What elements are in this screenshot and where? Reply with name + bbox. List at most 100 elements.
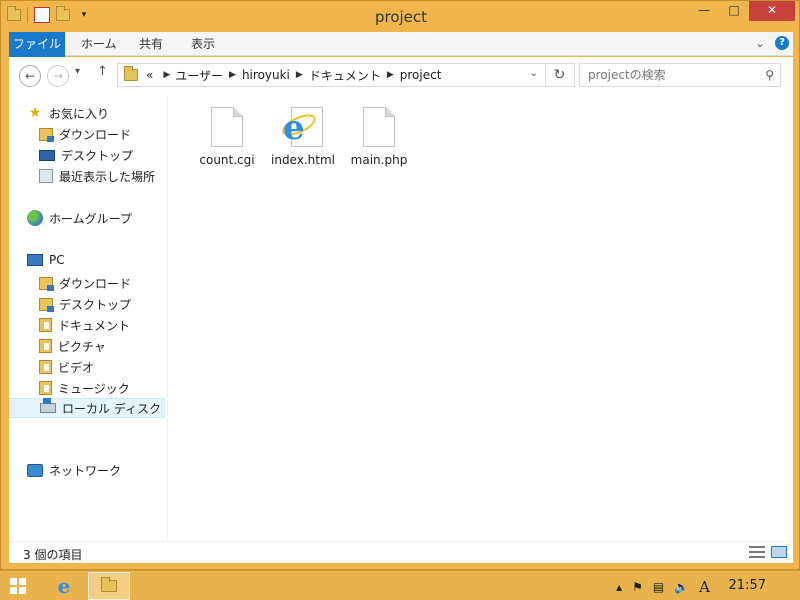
star-icon: ★: [28, 105, 42, 121]
search-box[interactable]: ⚲: [579, 63, 781, 87]
internet-explorer-icon[interactable]: e: [52, 574, 76, 598]
local-disk-icon: [40, 398, 56, 413]
nav-item-recent-places[interactable]: 最近表示した場所: [39, 166, 155, 186]
forward-button[interactable]: →: [47, 65, 69, 87]
nav-item-pc-music[interactable]: ミュージック: [39, 378, 130, 398]
chevron-right-icon[interactable]: ▶: [387, 70, 394, 80]
recent-locations-icon[interactable]: ▾: [75, 66, 80, 77]
nav-label: お気に入り: [49, 106, 110, 121]
nav-label: PC: [49, 253, 65, 267]
breadcrumb-users[interactable]: ユーザー: [175, 67, 223, 84]
navigation-bar: ← → ▾ ↑ « ▶ ユーザー ▶ hiroyuki ▶ ドキュメント ▶ p…: [9, 57, 793, 95]
address-overflow[interactable]: «: [146, 68, 153, 82]
nav-label: ローカル ディスク: [62, 401, 161, 416]
breadcrumb-project[interactable]: project: [400, 68, 442, 82]
window-title: project: [374, 8, 428, 26]
nav-homegroup[interactable]: ホームグループ: [27, 208, 132, 228]
flag-icon[interactable]: ⚑: [632, 580, 643, 594]
search-input[interactable]: [580, 64, 750, 86]
taskbar: e ▴ ⚑ ▤ 🔈 A 21:57: [0, 570, 800, 600]
nav-label: ホームグループ: [49, 211, 132, 226]
nav-network[interactable]: ネットワーク: [27, 460, 121, 480]
nav-item-desktop[interactable]: デスクトップ: [39, 145, 133, 165]
breadcrumb-hiroyuki[interactable]: hiroyuki: [242, 68, 290, 82]
pane-splitter[interactable]: [167, 95, 168, 541]
minimize-button[interactable]: —: [689, 1, 719, 21]
ribbon-right-controls: ⌄ ?: [755, 36, 789, 50]
pictures-folder-icon: [39, 339, 52, 353]
nav-label: デスクトップ: [59, 297, 132, 312]
window-controls: — □ ✕: [689, 1, 795, 21]
ime-indicator[interactable]: A: [699, 578, 710, 596]
title-bar: ▾ project — □ ✕: [1, 1, 800, 32]
tab-view[interactable]: 表示: [179, 32, 227, 56]
search-icon[interactable]: ⚲: [765, 68, 774, 82]
file-name: count.cgi: [199, 153, 255, 167]
clock[interactable]: 21:57: [729, 578, 766, 593]
item-count: 3 個の項目: [23, 548, 83, 562]
music-folder-icon: [39, 381, 52, 395]
desktop-icon: [39, 149, 55, 161]
nav-label: ダウンロード: [59, 127, 132, 142]
back-button[interactable]: ←: [19, 65, 41, 87]
details-view-icon[interactable]: [749, 546, 765, 558]
close-button[interactable]: ✕: [749, 1, 795, 21]
expand-ribbon-icon[interactable]: ⌄: [755, 36, 765, 50]
content-area: ★ お気に入り ダウンロード デスクトップ 最近表示した場所 ホームグループ P…: [9, 95, 793, 541]
nav-favorites[interactable]: ★ お気に入り: [27, 103, 109, 123]
folder-icon: [124, 66, 138, 81]
file-name: main.php: [350, 153, 408, 167]
chevron-down-icon[interactable]: ⌄: [530, 68, 538, 79]
file-item[interactable]: count.cgi: [189, 105, 265, 171]
folder-icon: [101, 577, 117, 592]
maximize-button[interactable]: □: [719, 1, 749, 21]
show-hidden-icons-icon[interactable]: ▴: [616, 580, 622, 594]
file-icon: [211, 107, 243, 147]
recent-places-icon: [39, 169, 53, 183]
download-folder-icon: [39, 127, 54, 142]
nav-label: デスクトップ: [61, 148, 134, 163]
nav-item-pc-pictures[interactable]: ピクチャ: [39, 336, 106, 356]
network-status-icon[interactable]: ▤: [653, 580, 664, 594]
breadcrumb-documents[interactable]: ドキュメント: [309, 67, 381, 84]
nav-item-downloads[interactable]: ダウンロード: [39, 124, 131, 144]
nav-label: 最近表示した場所: [59, 169, 156, 184]
pc-icon: [27, 254, 43, 266]
help-icon[interactable]: ?: [775, 36, 789, 50]
windows-start-icon[interactable]: [10, 578, 26, 594]
nav-label: ネットワーク: [49, 463, 122, 478]
nav-item-pc-videos[interactable]: ビデオ: [39, 357, 94, 377]
file-icon: [363, 107, 395, 147]
refresh-button[interactable]: ↻: [545, 63, 573, 87]
tab-home[interactable]: ホーム: [69, 32, 129, 56]
up-button[interactable]: ↑: [97, 64, 108, 79]
chevron-right-icon[interactable]: ▶: [296, 70, 303, 80]
download-folder-icon: [39, 276, 54, 291]
large-icons-view-icon[interactable]: [771, 546, 787, 558]
tab-share[interactable]: 共有: [127, 32, 175, 56]
desktop-folder-icon: [39, 297, 54, 312]
nav-label: ドキュメント: [58, 318, 131, 333]
nav-pc[interactable]: PC: [27, 250, 65, 270]
file-explorer-taskbar-button[interactable]: [88, 572, 130, 600]
navigation-pane: ★ お気に入り ダウンロード デスクトップ 最近表示した場所 ホームグループ P…: [9, 95, 167, 541]
view-switcher: [749, 546, 787, 558]
explorer-window: ▾ project — □ ✕ ファイル ホーム 共有 表示 ⌄ ? ← → ▾…: [0, 0, 800, 570]
file-item[interactable]: main.php: [341, 105, 417, 171]
nav-label: ピクチャ: [58, 339, 106, 354]
nav-item-local-disk[interactable]: ローカル ディスク: [9, 398, 165, 418]
nav-item-pc-documents[interactable]: ドキュメント: [39, 315, 130, 335]
nav-label: ビデオ: [58, 360, 95, 375]
nav-item-pc-downloads[interactable]: ダウンロード: [39, 273, 131, 293]
network-icon: [27, 463, 43, 477]
homegroup-icon: [27, 210, 43, 226]
file-name: index.html: [271, 153, 335, 167]
documents-folder-icon: [39, 318, 52, 332]
chevron-right-icon: ▶: [163, 70, 171, 80]
ie-html-icon: e: [279, 107, 323, 147]
volume-icon[interactable]: 🔈: [674, 580, 689, 594]
nav-item-pc-desktop[interactable]: デスクトップ: [39, 294, 131, 314]
chevron-right-icon[interactable]: ▶: [229, 70, 236, 80]
file-item[interactable]: e index.html: [265, 105, 341, 171]
address-bar[interactable]: « ▶ ユーザー ▶ hiroyuki ▶ ドキュメント ▶ project ⌄: [117, 63, 575, 87]
